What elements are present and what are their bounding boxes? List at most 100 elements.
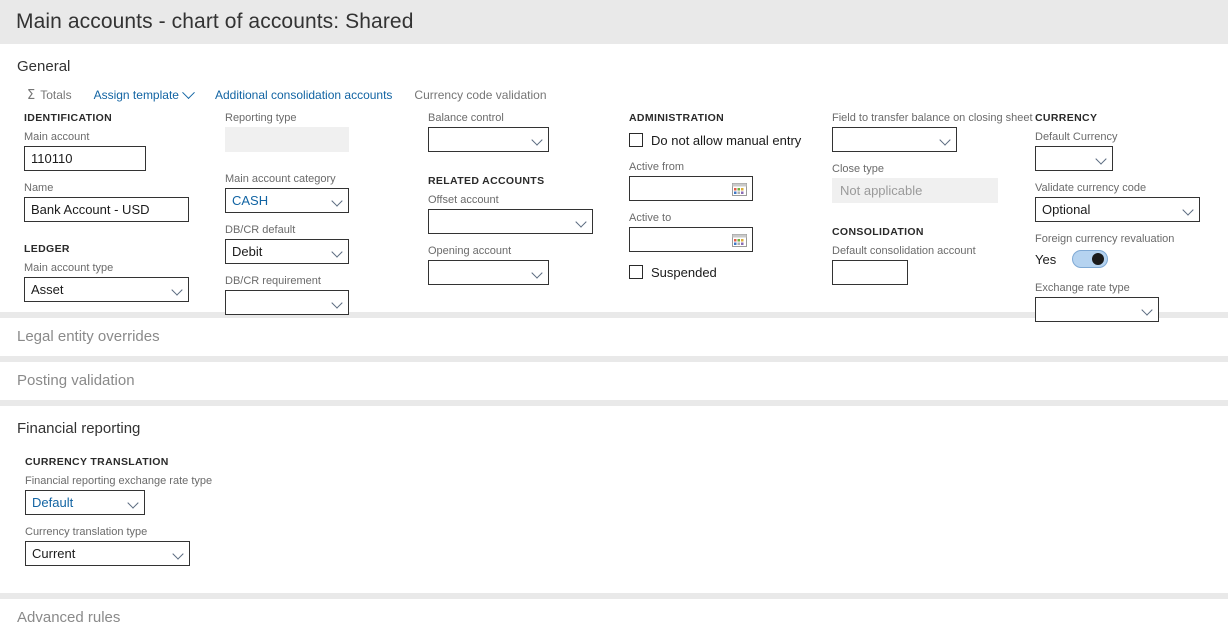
toolbar-assign-template-label: Assign template	[93, 88, 179, 102]
dbcr-requirement-label: DB/CR requirement	[225, 275, 321, 287]
toolbar-totals-button[interactable]: Σ Totals	[27, 88, 72, 102]
main-account-type-value: Asset	[31, 282, 64, 297]
dbcr-default-value: Debit	[232, 244, 263, 259]
group-consolidation-title: CONSOLIDATION	[832, 226, 924, 238]
active-from-input[interactable]	[629, 176, 753, 201]
do-not-allow-manual-entry-checkbox[interactable]: Do not allow manual entry	[629, 131, 819, 149]
chevron-down-icon	[531, 267, 543, 279]
validate-currency-code-select[interactable]: Optional	[1035, 197, 1200, 222]
main-account-category-label: Main account category	[225, 173, 336, 185]
toolbar-currency-code-validation-button[interactable]: Currency code validation	[414, 88, 546, 102]
section-general-header[interactable]: General	[0, 44, 1228, 76]
currency-translation-type-label: Currency translation type	[25, 526, 148, 538]
calendar-icon[interactable]	[732, 182, 747, 196]
currency-translation-type-value: Current	[32, 546, 76, 561]
reporting-type-input	[225, 127, 349, 152]
chevron-down-icon	[1182, 204, 1194, 216]
chevron-down-icon	[575, 216, 587, 228]
section-posting-validation[interactable]: Posting validation	[0, 362, 1228, 400]
section-financial-reporting-header[interactable]: Financial reporting	[0, 406, 1228, 438]
suspended-checkbox[interactable]: Suspended	[629, 263, 819, 281]
transfer-balance-field-label: Field to transfer balance on closing she…	[832, 112, 1033, 124]
main-account-label: Main account	[24, 131, 90, 143]
fr-exchange-rate-type-select[interactable]: Default	[25, 490, 145, 515]
column-identification: IDENTIFICATION Main account 110110 Name …	[24, 112, 204, 313]
close-type-label: Close type	[832, 163, 884, 175]
name-label: Name	[24, 182, 54, 194]
general-form-grid: IDENTIFICATION Main account 110110 Name …	[0, 112, 1228, 322]
name-value: Bank Account - USD	[31, 202, 150, 217]
name-input[interactable]: Bank Account - USD	[24, 197, 189, 222]
toggle-knob	[1092, 253, 1105, 265]
opening-account-select[interactable]	[428, 260, 549, 285]
section-advanced-rules-header[interactable]: Advanced rules	[0, 599, 1228, 634]
default-currency-label: Default Currency	[1035, 131, 1118, 143]
section-general: General Σ Totals Assign template Additio…	[0, 44, 1228, 322]
suspended-label: Suspended	[651, 264, 717, 280]
reporting-type-label: Reporting type	[225, 112, 297, 124]
group-ledger-title: LEDGER	[24, 243, 70, 255]
section-posting-validation-header[interactable]: Posting validation	[0, 362, 1228, 400]
financial-reporting-body: CURRENCY TRANSLATION Financial reporting…	[0, 438, 1228, 593]
calendar-icon[interactable]	[732, 233, 747, 247]
checkbox-icon	[629, 265, 643, 279]
dbcr-default-select[interactable]: Debit	[225, 239, 349, 264]
chevron-down-icon	[331, 195, 343, 207]
offset-account-select[interactable]	[428, 209, 593, 234]
transfer-balance-field-select[interactable]	[832, 127, 957, 152]
group-identification-title: IDENTIFICATION	[24, 112, 113, 124]
default-consolidation-account-input[interactable]	[832, 260, 908, 285]
validate-currency-code-label: Validate currency code	[1035, 182, 1147, 194]
page-title: Main accounts - chart of accounts: Share…	[16, 10, 414, 33]
main-account-category-select[interactable]: CASH	[225, 188, 349, 213]
dbcr-default-label: DB/CR default	[225, 224, 296, 236]
active-to-input[interactable]	[629, 227, 753, 252]
fr-exchange-rate-type-value: Default	[32, 495, 74, 510]
main-account-type-select[interactable]: Asset	[24, 277, 189, 302]
column-related-accounts: Balance control RELATED ACCOUNTS Offset …	[428, 112, 618, 296]
column-administration: ADMINISTRATION Do not allow manual entry…	[629, 112, 819, 293]
default-currency-select[interactable]	[1035, 146, 1113, 171]
toolbar-totals-label: Totals	[40, 88, 72, 102]
close-type-input: Not applicable	[832, 178, 998, 203]
general-toolbar: Σ Totals Assign template Additional cons…	[0, 76, 1228, 112]
chevron-down-icon	[531, 134, 543, 146]
exchange-rate-type-select[interactable]	[1035, 297, 1159, 322]
toolbar-additional-consolidation-accounts-label: Additional consolidation accounts	[214, 88, 393, 102]
checkbox-icon	[629, 133, 643, 147]
active-from-label: Active from	[629, 161, 685, 173]
foreign-currency-revaluation-label: Foreign currency revaluation	[1035, 233, 1175, 245]
opening-account-label: Opening account	[428, 245, 512, 257]
chevron-down-icon	[939, 134, 951, 146]
section-advanced-rules[interactable]: Advanced rules	[0, 599, 1228, 634]
toggle-switch-icon[interactable]	[1072, 250, 1109, 268]
fr-exchange-rate-type-label: Financial reporting exchange rate type	[25, 475, 213, 487]
column-closing-consolidation: Field to transfer balance on closing she…	[832, 112, 1033, 296]
foreign-currency-revaluation-toggle[interactable]: Yes	[1035, 248, 1225, 270]
main-account-type-label: Main account type	[24, 262, 114, 274]
main-account-value: 110110	[31, 151, 73, 166]
group-related-accounts-title: RELATED ACCOUNTS	[428, 175, 545, 187]
group-currency-title: CURRENCY	[1035, 112, 1098, 124]
section-financial-reporting: Financial reporting CURRENCY TRANSLATION…	[0, 406, 1228, 593]
chevron-down-icon	[331, 297, 343, 309]
chevron-down-icon	[331, 246, 343, 258]
active-to-label: Active to	[629, 212, 672, 224]
toolbar-assign-template-button[interactable]: Assign template	[93, 85, 195, 102]
balance-control-select[interactable]	[428, 127, 549, 152]
group-administration-title: ADMINISTRATION	[629, 112, 725, 124]
chevron-down-icon	[182, 85, 195, 99]
main-account-input[interactable]: 110110	[24, 146, 146, 171]
chevron-down-icon	[127, 497, 139, 509]
default-consolidation-account-label: Default consolidation account	[832, 245, 976, 257]
column-classification: Reporting type Main account category CAS…	[225, 112, 405, 326]
chevron-down-icon	[1095, 153, 1107, 165]
currency-translation-type-select[interactable]: Current	[25, 541, 190, 566]
do-not-allow-manual-entry-label: Do not allow manual entry	[651, 132, 802, 148]
foreign-currency-revaluation-state: Yes	[1035, 251, 1057, 267]
balance-control-label: Balance control	[428, 112, 504, 124]
main-account-category-value: CASH	[232, 193, 269, 208]
toolbar-additional-consolidation-accounts-button[interactable]: Additional consolidation accounts	[215, 88, 392, 102]
toolbar-currency-code-validation-label: Currency code validation	[414, 88, 547, 102]
dbcr-requirement-select[interactable]	[225, 290, 349, 315]
